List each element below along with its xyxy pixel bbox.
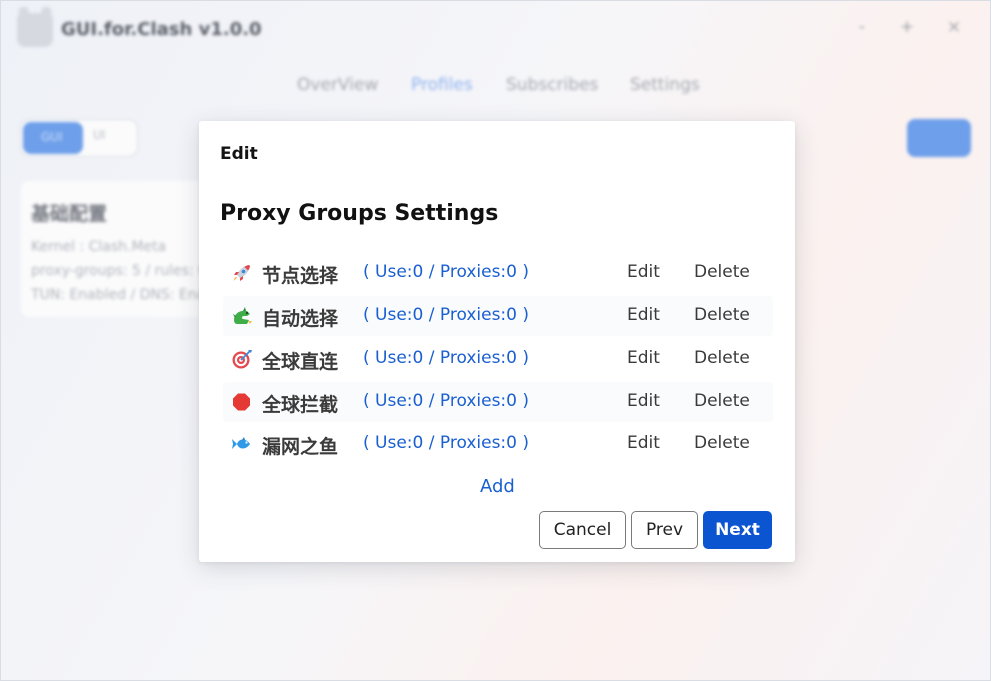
tab-profiles[interactable]: Profiles <box>411 75 473 95</box>
delete-group-button[interactable]: Delete <box>694 433 750 453</box>
view-toggle[interactable]: GUI UI <box>20 119 138 157</box>
add-group-link[interactable]: Add <box>480 476 515 497</box>
profile-card-kernel: Kernel : Clash.Meta <box>31 239 167 255</box>
title-bar: GUI.for.Clash v1.0.0 - + × <box>1 1 991 57</box>
app-logo-icon <box>17 13 53 47</box>
proxy-group-stats[interactable]: ( Use:0 / Proxies:0 ) <box>363 391 529 411</box>
profile-card-groups: proxy-groups: 5 / rules: 0 <box>31 263 207 279</box>
delete-group-button[interactable]: Delete <box>694 391 750 411</box>
prev-button[interactable]: Prev <box>631 511 698 549</box>
dialog-header: Edit <box>220 144 258 164</box>
tab-overview[interactable]: OverView <box>297 75 378 95</box>
cancel-button[interactable]: Cancel <box>539 511 626 549</box>
view-toggle-ui[interactable]: UI <box>93 128 105 142</box>
edit-group-button[interactable]: Edit <box>627 433 660 453</box>
proxy-group-name: 全球直连 <box>262 351 339 373</box>
tab-settings[interactable]: Settings <box>630 75 700 95</box>
proxy-group-stats[interactable]: ( Use:0 / Proxies:0 ) <box>363 348 529 368</box>
edit-group-button[interactable]: Edit <box>627 348 660 368</box>
proxy-group-stats[interactable]: ( Use:0 / Proxies:0 ) <box>363 433 529 453</box>
edit-profile-dialog: Edit Proxy Groups Settings 节点选择 ( Use:0 … <box>199 121 795 562</box>
proxy-group-row: 漏网之鱼 ( Use:0 / Proxies:0 ) Edit Delete <box>223 424 773 464</box>
stop-icon <box>231 392 253 412</box>
tab-subscribes[interactable]: Subscribes <box>506 75 598 95</box>
proxy-group-stats[interactable]: ( Use:0 / Proxies:0 ) <box>363 305 529 325</box>
minimize-button[interactable]: - <box>852 17 872 37</box>
app-title: GUI.for.Clash v1.0.0 <box>61 19 262 40</box>
delete-group-button[interactable]: Delete <box>694 262 750 282</box>
app-window: GUI.for.Clash v1.0.0 - + × OverView Prof… <box>0 0 991 681</box>
target-icon <box>231 349 253 369</box>
proxy-group-name: 漏网之鱼 <box>262 436 339 458</box>
proxy-group-name: 全球拦截 <box>262 394 339 416</box>
profile-card-title: 基础配置 <box>31 203 108 225</box>
dialog-title: Proxy Groups Settings <box>220 201 499 226</box>
proxy-group-row: 全球拦截 ( Use:0 / Proxies:0 ) Edit Delete <box>223 382 773 422</box>
view-toggle-gui-label: GUI <box>41 130 63 144</box>
main-nav: OverView Profiles Subscribes Settings <box>1 75 991 99</box>
edit-group-button[interactable]: Edit <box>627 391 660 411</box>
maximize-button[interactable]: + <box>897 17 917 37</box>
close-button[interactable]: × <box>944 17 964 37</box>
rocket-icon <box>231 263 253 283</box>
edit-group-button[interactable]: Edit <box>627 305 660 325</box>
proxy-group-row: 全球直连 ( Use:0 / Proxies:0 ) Edit Delete <box>223 339 773 379</box>
dragon-icon <box>231 306 253 326</box>
view-toggle-gui[interactable]: GUI <box>23 122 83 154</box>
delete-group-button[interactable]: Delete <box>694 348 750 368</box>
edit-group-button[interactable]: Edit <box>627 262 660 282</box>
proxy-group-row: 自动选择 ( Use:0 / Proxies:0 ) Edit Delete <box>223 296 773 336</box>
proxy-group-row: 节点选择 ( Use:0 / Proxies:0 ) Edit Delete <box>223 253 773 293</box>
fish-icon <box>231 434 253 454</box>
next-button[interactable]: Next <box>703 511 772 549</box>
proxy-group-name: 节点选择 <box>262 265 339 287</box>
add-profile-button[interactable] <box>907 119 971 157</box>
proxy-group-name: 自动选择 <box>262 308 339 330</box>
delete-group-button[interactable]: Delete <box>694 305 750 325</box>
proxy-group-stats[interactable]: ( Use:0 / Proxies:0 ) <box>363 262 529 282</box>
